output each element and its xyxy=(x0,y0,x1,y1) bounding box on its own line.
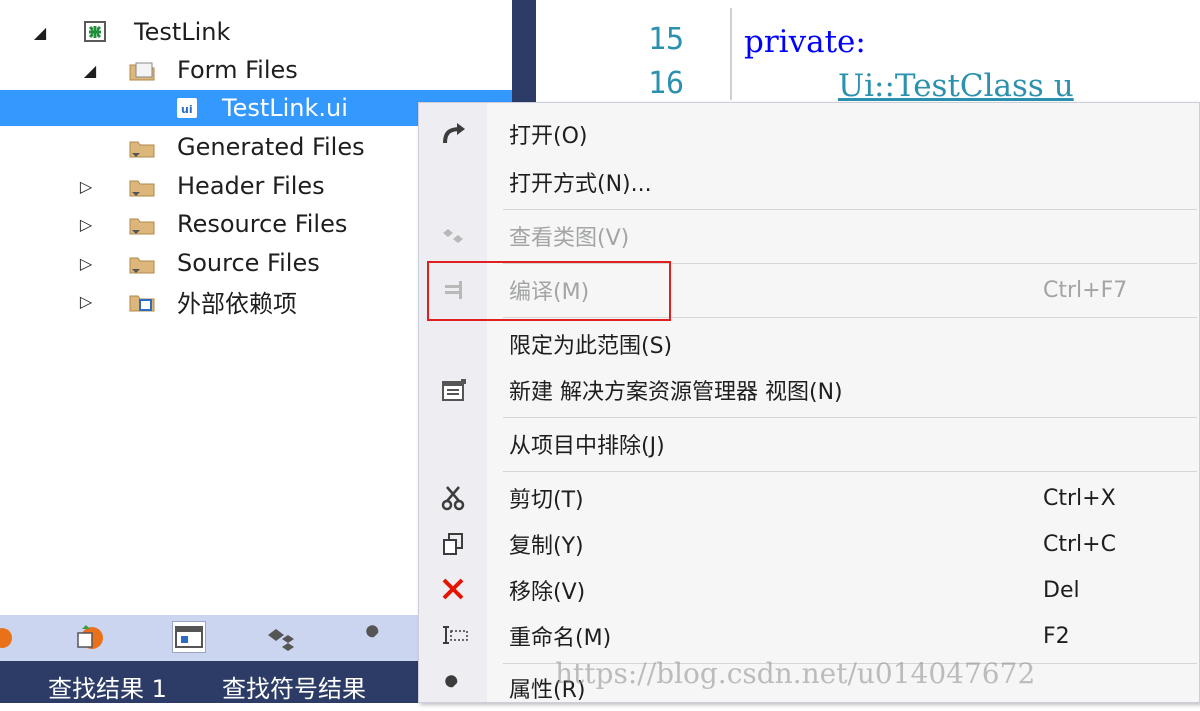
menu-item-label: 复制(Y) xyxy=(509,534,584,559)
tree-item-project[interactable]: ◢ TestLink xyxy=(0,14,512,50)
menu-item-exclude-from-project[interactable]: 从项目中排除(J) xyxy=(419,421,1199,467)
line-number: 16 xyxy=(648,66,685,101)
orange-circle-icon[interactable] xyxy=(0,623,26,653)
menu-item-shortcut: Ctrl+F7 xyxy=(1043,277,1128,303)
menu-item-remove[interactable]: 移除(V) Del xyxy=(419,567,1199,613)
menu-item-label: 打开方式(N)... xyxy=(509,172,652,197)
code-line: private: xyxy=(744,24,866,60)
menu-item-shortcut: Ctrl+X xyxy=(1043,485,1116,511)
menu-separator xyxy=(503,209,1197,210)
copy-icon xyxy=(437,529,471,559)
menu-item-label: 重命名(M) xyxy=(509,626,612,651)
project-icon xyxy=(84,21,110,43)
svg-text:ui: ui xyxy=(181,103,193,116)
menu-item-label: 从项目中排除(J) xyxy=(509,434,665,459)
tree-item-label: TestLink xyxy=(134,18,231,46)
menu-item-open[interactable]: 打开(O) xyxy=(419,111,1199,157)
filter-folder-icon xyxy=(128,60,155,82)
tree-item-form-files[interactable]: ◢ Form Files xyxy=(0,52,512,88)
tree-item-label: TestLink.ui xyxy=(222,94,348,122)
collapsed-arrow-icon[interactable]: ▷ xyxy=(76,215,96,234)
watermark-text: https://blog.csdn.net/u014047672 xyxy=(555,657,1036,690)
menu-separator xyxy=(503,417,1197,418)
menu-item-label: 剪切(T) xyxy=(509,488,584,513)
menu-item-new-explorer-view[interactable]: 新建 解决方案资源管理器 视图(N) xyxy=(419,367,1199,413)
menu-separator xyxy=(503,471,1197,472)
expanded-arrow-icon[interactable]: ◢ xyxy=(30,23,50,42)
filter-folder-icon xyxy=(128,176,155,198)
collapsed-arrow-icon[interactable]: ▷ xyxy=(76,254,96,273)
class-diagram-icon xyxy=(437,221,471,251)
menu-item-scope-to-this[interactable]: 限定为此范围(S) xyxy=(419,321,1199,367)
menu-item-copy[interactable]: 复制(Y) Ctrl+C xyxy=(419,521,1199,567)
menu-item-shortcut: Del xyxy=(1043,577,1080,603)
tab-find-symbol-results[interactable]: 查找符号结果 xyxy=(222,669,366,704)
collapsed-arrow-icon[interactable]: ▷ xyxy=(76,292,96,311)
menu-item-shortcut: F2 xyxy=(1043,623,1070,649)
wrench-icon[interactable] xyxy=(356,623,388,653)
context-menu: 打开(O) 打开方式(N)... 查看类图(V) 编译(M) Ctrl+F7 限… xyxy=(418,102,1200,703)
code-editor[interactable]: 15 16 private: Ui::TestClass u xyxy=(536,0,1200,110)
collapsed-arrow-icon[interactable]: ▷ xyxy=(76,177,96,196)
rename-icon xyxy=(437,621,471,651)
menu-item-rename[interactable]: 重命名(M) F2 xyxy=(419,613,1199,659)
menu-item-label: 新建 解决方案资源管理器 视图(N) xyxy=(509,380,843,405)
open-arrow-icon xyxy=(437,119,471,149)
annotation-highlight-box xyxy=(427,261,671,321)
line-number: 15 xyxy=(648,22,685,57)
menu-item-label: 查看类图(V) xyxy=(509,226,630,251)
tab-find-results[interactable]: 查找结果 1 xyxy=(48,669,167,704)
code-line: Ui::TestClass u xyxy=(838,68,1074,104)
external-dependencies-icon xyxy=(128,291,155,313)
tree-item-label: Resource Files xyxy=(177,210,348,238)
menu-item-label: 移除(V) xyxy=(509,580,586,605)
tree-item-label: 外部依赖项 xyxy=(177,289,297,318)
menu-item-label: 限定为此范围(S) xyxy=(509,334,673,359)
tree-item-label: Form Files xyxy=(177,56,298,84)
scissors-icon xyxy=(437,483,471,513)
wrench-icon xyxy=(437,673,471,703)
filter-folder-icon xyxy=(128,253,155,275)
menu-item-open-with[interactable]: 打开方式(N)... xyxy=(419,159,1199,205)
remove-x-icon xyxy=(437,575,471,605)
class-view-icon[interactable] xyxy=(264,623,296,653)
home-icon[interactable] xyxy=(72,623,104,653)
solution-view-icon[interactable] xyxy=(172,621,206,653)
tree-item-label: Source Files xyxy=(177,249,320,277)
menu-item-label: 打开(O) xyxy=(509,124,588,149)
filter-folder-icon xyxy=(128,137,155,159)
code-gutter-divider xyxy=(730,8,732,100)
ui-file-icon: ui xyxy=(176,97,202,119)
new-view-icon xyxy=(437,375,471,405)
menu-item-view-class-diagram: 查看类图(V) xyxy=(419,213,1199,259)
menu-item-shortcut: Ctrl+C xyxy=(1043,531,1116,557)
menu-item-cut[interactable]: 剪切(T) Ctrl+X xyxy=(419,475,1199,521)
expanded-arrow-icon[interactable]: ◢ xyxy=(80,61,100,80)
tree-item-label: Generated Files xyxy=(177,133,365,161)
tree-item-label: Header Files xyxy=(177,172,325,200)
filter-folder-icon xyxy=(128,214,155,236)
